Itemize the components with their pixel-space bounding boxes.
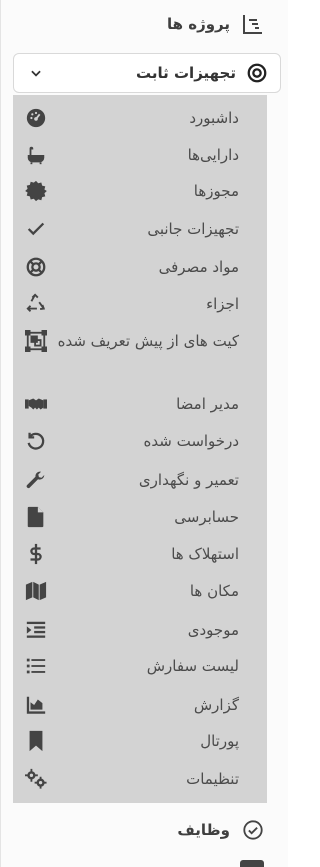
submenu-item-label: حسابرسی: [174, 508, 239, 526]
dashboard-icon: [23, 105, 49, 131]
check-icon: [23, 216, 49, 242]
submenu-item-label: تعمیر و نگهداری: [138, 471, 239, 489]
submenu-item-predefined-kits[interactable]: کیت های از پیش تعریف شده: [13, 328, 267, 354]
sidebar: پروژه ها تجهیزات ثابت داشبورد دارای: [0, 0, 288, 867]
inventory-list-icon: [23, 617, 49, 643]
submenu-item-order-list[interactable]: لیست سفارش: [13, 653, 267, 679]
submenu-item-label: دارایی‌ها: [187, 146, 239, 164]
nav-group-fixed-assets[interactable]: تجهیزات ثابت: [13, 53, 281, 93]
wrench-icon: [23, 467, 49, 493]
file-icon: [23, 504, 49, 530]
certificate-icon: [23, 178, 49, 204]
submenu-item-audit[interactable]: حسابرسی: [13, 504, 267, 530]
dollar-icon: [23, 541, 49, 567]
submenu-item-label: لیست سفارش: [146, 657, 239, 675]
bookmark-icon: [23, 728, 49, 754]
recycle-icon: [23, 291, 49, 317]
project-chart-icon: [240, 11, 266, 37]
submenu-item-label: مکان ها: [189, 582, 239, 600]
submenu-item-components[interactable]: اجزاء: [13, 291, 267, 317]
nav-item-label: وظایف: [177, 821, 230, 839]
target-icon: [244, 60, 270, 86]
nav-group-label: تجهیزات ثابت: [135, 64, 236, 82]
submenu-item-locations[interactable]: مکان ها: [13, 578, 267, 604]
submenu-item-dashboard[interactable]: داشبورد: [13, 105, 267, 131]
nav-item-tasks[interactable]: وظایف: [1, 810, 288, 850]
map-icon: [23, 578, 49, 604]
submenu-item-signature-manager[interactable]: مدیر امضا: [13, 391, 267, 417]
chevron-down-icon[interactable]: [26, 63, 46, 83]
submenu-item-label: کیت های از پیش تعریف شده: [57, 332, 239, 350]
list-icon: [23, 653, 49, 679]
submenu-item-requested[interactable]: درخواست شده: [13, 428, 267, 454]
submenu-item-accessories[interactable]: تجهیزات جانبی: [13, 216, 267, 242]
bathtub-icon: [23, 142, 49, 168]
submenu-item-inventory[interactable]: موجودی: [13, 617, 267, 643]
submenu-item-label: مجوزها: [193, 182, 239, 200]
submenu-item-label: مدیر امضا: [176, 395, 239, 413]
submenu-item-assets[interactable]: دارایی‌ها: [13, 142, 267, 168]
submenu-item-label: پورتال: [200, 732, 239, 750]
submenu-item-licenses[interactable]: مجوزها: [13, 178, 267, 204]
submenu-item-label: تجهیزات جانبی: [147, 220, 239, 238]
lifebuoy-icon: [23, 254, 49, 280]
submenu-item-label: موجودی: [187, 621, 239, 639]
nav-item-projects[interactable]: پروژه ها: [1, 4, 288, 44]
submenu-item-label: درخواست شده: [143, 432, 239, 450]
gears-icon: [23, 766, 49, 792]
submenu-item-label: استهلاک ها: [171, 545, 239, 563]
history-icon: [23, 428, 49, 454]
submenu-item-settings[interactable]: تنظیمات: [13, 766, 267, 792]
fixed-assets-submenu: داشبورد دارایی‌ها مجوزها تجهیزات جانبی م: [13, 95, 267, 803]
submenu-item-label: مواد مصرفی: [158, 258, 239, 276]
submenu-item-label: داشبورد: [189, 109, 239, 127]
submenu-item-label: تنظیمات: [186, 770, 239, 788]
kit-icon: [23, 328, 49, 354]
submenu-item-maintenance[interactable]: تعمیر و نگهداری: [13, 467, 267, 493]
submenu-item-portal[interactable]: پورتال: [13, 728, 267, 754]
report-chart-icon: [23, 692, 49, 718]
partial-nav-icon: [240, 860, 264, 867]
submenu-item-label: اجزاء: [206, 295, 239, 313]
submenu-item-consumables[interactable]: مواد مصرفی: [13, 254, 267, 280]
check-circle-icon: [240, 817, 266, 843]
submenu-item-label: گزارش: [193, 696, 239, 714]
submenu-item-report[interactable]: گزارش: [13, 692, 267, 718]
nav-item-label: پروژه ها: [166, 15, 230, 33]
submenu-item-depreciations[interactable]: استهلاک ها: [13, 541, 267, 567]
handshake-icon: [23, 391, 49, 417]
